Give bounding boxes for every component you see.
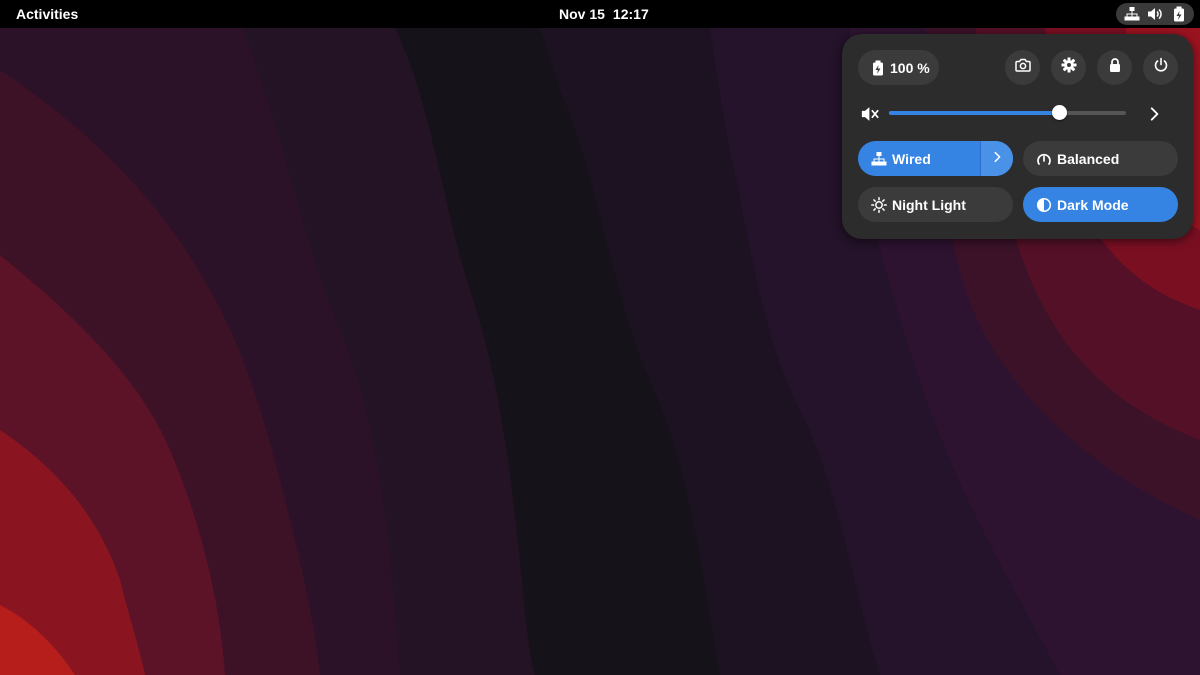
dark-mode-label: Dark Mode	[1057, 196, 1129, 213]
wired-menu-expand-button[interactable]	[980, 141, 1013, 176]
dark-mode-toggle[interactable]: Dark Mode	[1023, 187, 1178, 222]
wired-toggle-main[interactable]: Wired	[858, 141, 980, 176]
volume-slider[interactable]	[889, 105, 1126, 120]
volume-slider-handle[interactable]	[1052, 105, 1068, 120]
power-icon	[1153, 57, 1169, 78]
power-mode-toggle[interactable]: Balanced	[1023, 141, 1178, 176]
volume-slider-fill	[889, 111, 1060, 115]
settings-button[interactable]	[1051, 50, 1086, 85]
battery-icon	[1171, 6, 1187, 22]
date-time-button[interactable]: Nov 15 12:17	[550, 3, 658, 25]
chevron-right-icon[interactable]	[1145, 105, 1163, 123]
date-label: Nov 15	[559, 6, 605, 22]
lock-screen-button[interactable]	[1097, 50, 1132, 85]
battery-percentage-label: 100 %	[890, 59, 930, 76]
system-status-area[interactable]	[1116, 3, 1194, 25]
wired-network-toggle[interactable]: Wired	[858, 141, 1013, 176]
power-mode-label: Balanced	[1057, 150, 1120, 167]
volume-muted-icon[interactable]	[860, 104, 880, 124]
time-label: 12:17	[612, 6, 649, 22]
settings-gear-icon	[1061, 57, 1077, 78]
battery-full-charging-icon	[871, 60, 885, 76]
volume-icon	[1147, 6, 1163, 22]
dark-mode-icon	[1036, 197, 1052, 213]
screenshot-icon	[1014, 57, 1031, 78]
top-bar: Activities Nov 15 12:17	[0, 0, 1200, 28]
screenshot-button[interactable]	[1005, 50, 1040, 85]
power-profile-icon	[1036, 151, 1052, 167]
night-light-label: Night Light	[892, 196, 966, 213]
activities-button[interactable]: Activities	[6, 3, 88, 25]
chevron-right-icon	[990, 150, 1004, 167]
night-light-toggle[interactable]: Night Light	[858, 187, 1013, 222]
network-wired-icon	[871, 151, 887, 167]
power-off-button[interactable]	[1143, 50, 1178, 85]
lock-icon	[1107, 57, 1123, 78]
network-wired-icon	[1124, 6, 1140, 22]
wired-toggle-label: Wired	[892, 150, 931, 167]
battery-status-button[interactable]: 100 %	[858, 50, 939, 85]
night-light-icon	[871, 196, 887, 213]
quick-settings-menu: 100 % Wired Balanced Night Light Dark Mo…	[842, 34, 1193, 239]
